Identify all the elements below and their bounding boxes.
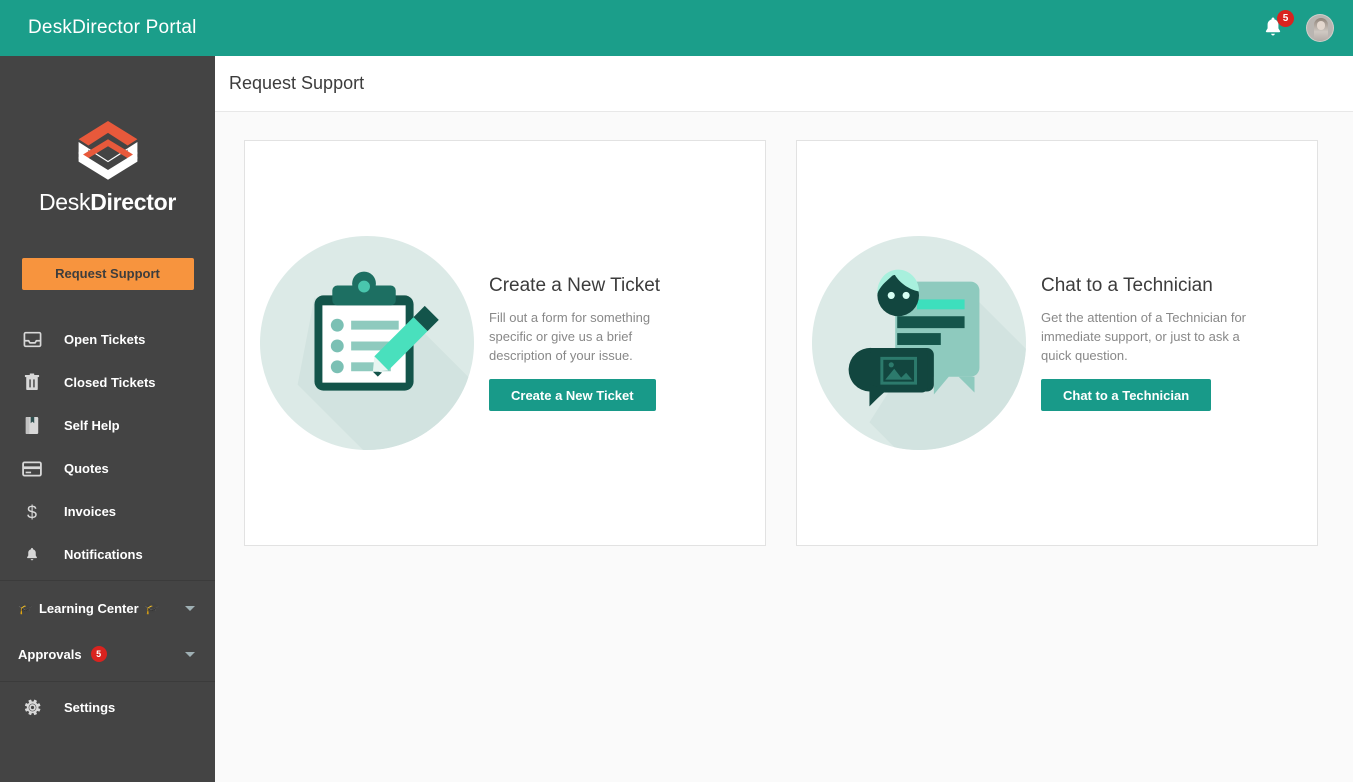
sidebar-item-label: Open Tickets — [64, 332, 146, 347]
sidebar-logo: DeskDirector — [0, 56, 215, 216]
sidebar-item-self-help[interactable]: Self Help — [0, 404, 215, 447]
sidebar-item-label: Settings — [64, 700, 116, 715]
request-support-button[interactable]: Request Support — [21, 258, 194, 290]
sidebar-group-label: Learning Center — [38, 600, 139, 616]
sidebar-item-settings[interactable]: Settings — [0, 686, 215, 729]
create-ticket-card-body: Create a New Ticket Fill out a form for … — [489, 275, 739, 411]
sidebar-item-label: Self Help — [64, 418, 120, 433]
create-ticket-card: Create a New Ticket Fill out a form for … — [244, 140, 766, 546]
logo-text-light: Desk — [39, 189, 91, 215]
sidebar-item-closed-tickets[interactable]: Closed Tickets — [0, 361, 215, 404]
bell-icon — [20, 544, 44, 566]
card-title: Create a New Ticket — [489, 275, 661, 296]
top-header-bar: DeskDirector Portal 5 — [0, 0, 1353, 56]
notifications-badge: 5 — [1277, 10, 1294, 27]
logo-text-bold: Director — [90, 189, 176, 215]
notifications-button[interactable]: 5 — [1260, 10, 1294, 42]
card-title: Chat to a Technician — [1041, 275, 1213, 296]
chevron-down-icon — [185, 606, 195, 611]
sidebar-item-quotes[interactable]: Quotes — [0, 447, 215, 490]
chat-technician-card: Chat to a Technician Get the attention o… — [796, 140, 1318, 546]
sidebar-item-label: Closed Tickets — [64, 375, 156, 390]
cards-row: Create a New Ticket Fill out a form for … — [215, 112, 1353, 546]
logo-wordmark: DeskDirector — [39, 189, 176, 216]
trash-can-icon — [20, 372, 44, 394]
create-a-new-ticket-button[interactable]: Create a New Ticket — [489, 379, 656, 411]
sidebar-item-invoices[interactable]: $ Invoices — [0, 490, 215, 533]
approvals-badge: 5 — [90, 646, 107, 662]
credit-card-icon — [20, 458, 44, 480]
graduation-cap-icon-right: 🎓 — [144, 601, 160, 615]
header-actions: 5 — [1260, 10, 1334, 42]
inbox-tray-icon — [20, 329, 44, 351]
main-content: Request Support Create a New Ticket Fill… — [215, 56, 1353, 782]
sidebar-group-label: Approvals — [18, 646, 82, 662]
sidebar-nav: Open Tickets Closed Tickets Self Help Qu… — [0, 318, 215, 729]
graduation-cap-icon-left: 🎓 — [18, 601, 33, 615]
app-title: DeskDirector Portal — [28, 17, 197, 38]
sidebar-divider-top — [0, 580, 215, 581]
chevron-down-icon — [185, 652, 195, 657]
page-header: Request Support — [215, 56, 1353, 112]
sidebar-divider-bottom — [0, 681, 215, 682]
page-title: Request Support — [229, 73, 365, 93]
sidebar-item-label: Notifications — [64, 547, 143, 562]
svg-text:$: $ — [27, 502, 37, 522]
deskdirector-logo-mark — [78, 121, 137, 180]
book-bookmark-icon — [20, 415, 44, 437]
card-description: Fill out a form for something specific o… — [489, 310, 651, 363]
clipboard-checklist-pencil-illustration — [259, 235, 475, 451]
chat-technician-card-body: Chat to a Technician Get the attention o… — [1041, 275, 1291, 411]
avatar[interactable] — [1306, 14, 1334, 42]
sidebar-item-label: Invoices — [64, 504, 117, 519]
sidebar-item-open-tickets[interactable]: Open Tickets — [0, 318, 215, 361]
sidebar-group-approvals[interactable]: Approvals 5 — [0, 631, 215, 677]
card-description: Get the attention of a Technician for im… — [1041, 310, 1247, 363]
sidebar-item-notifications[interactable]: Notifications — [0, 533, 215, 576]
sidebar-item-label: Quotes — [64, 461, 109, 476]
chat-to-a-technician-button[interactable]: Chat to a Technician — [1041, 379, 1212, 411]
sidebar-group-learning-center[interactable]: 🎓 Learning Center 🎓 — [0, 585, 215, 631]
gear-icon — [20, 697, 44, 719]
dollar-sign-icon: $ — [20, 501, 44, 523]
sidebar: DeskDirector Request Support Open Ticket… — [0, 56, 215, 782]
avatar-face — [1317, 21, 1325, 30]
chat-bubbles-illustration — [811, 235, 1027, 451]
